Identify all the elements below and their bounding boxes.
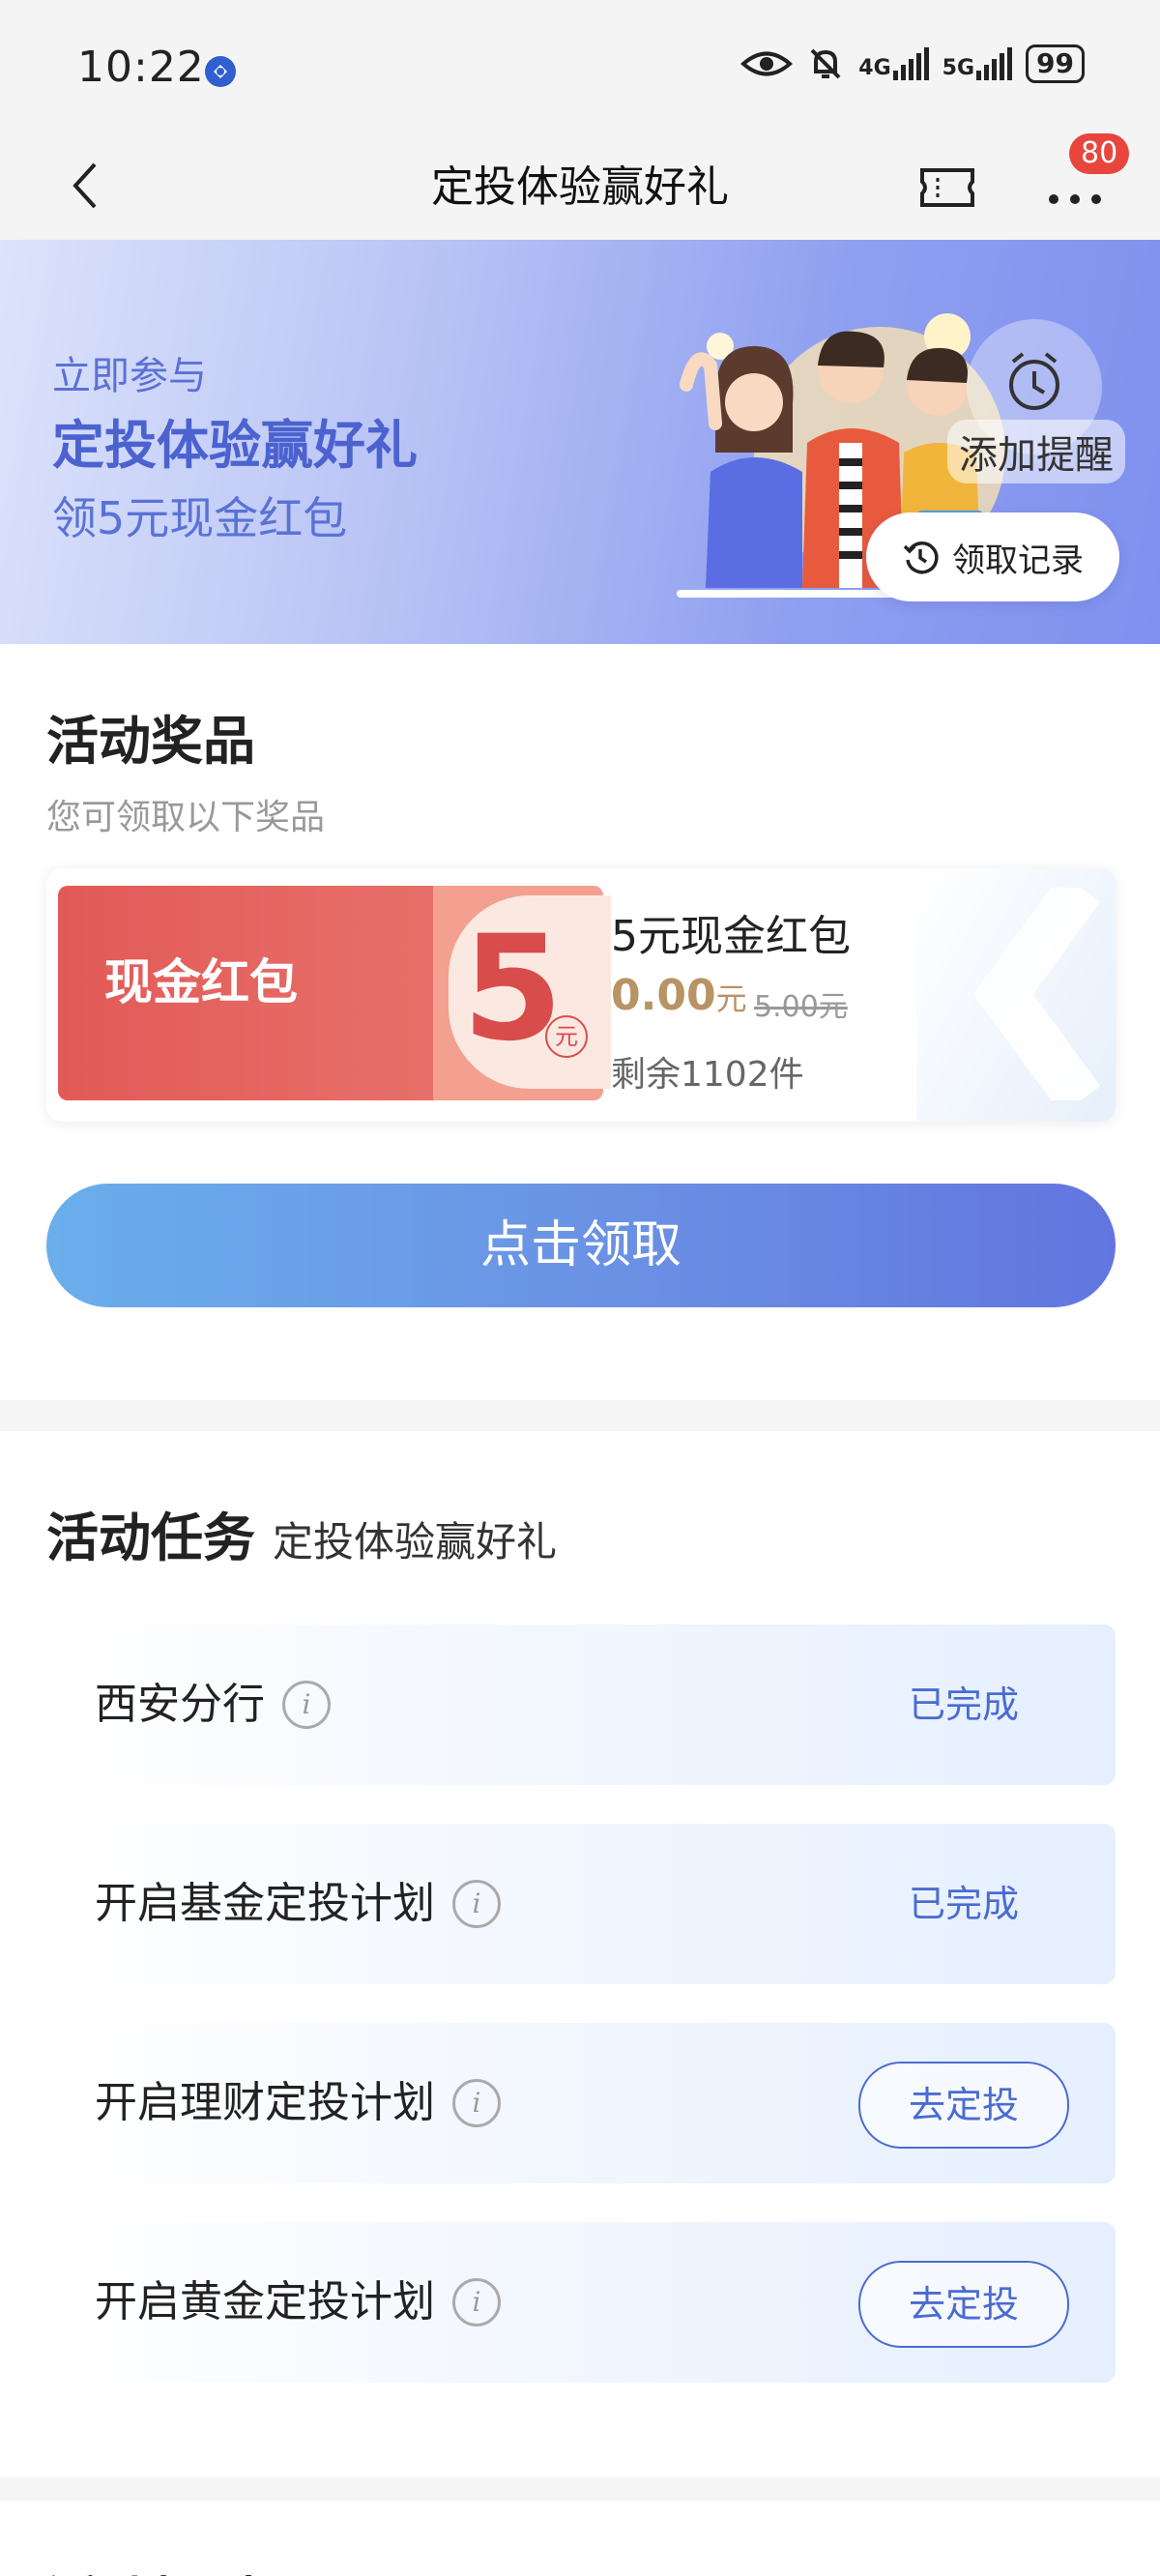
page-title: 定投体验赢好礼: [431, 162, 729, 212]
back-arrow-icon[interactable]: [58, 157, 116, 215]
claim-button[interactable]: 点击领取: [46, 1184, 1116, 1307]
history-icon: [903, 542, 939, 574]
status-time: 10:22: [77, 43, 205, 92]
go-invest-button[interactable]: 去定投: [858, 2261, 1069, 2348]
prize-section-subtitle: 您可领取以下奖品: [46, 798, 326, 837]
coupon-amount: 5: [462, 905, 564, 1073]
signal-4g: 4G: [858, 47, 929, 80]
task-label: 开启基金定投计划: [95, 1879, 435, 1928]
prize-section-title: 活动奖品: [46, 711, 255, 772]
battery-indicator: 99: [1026, 44, 1085, 83]
nav-bar: 定投体验赢好礼: [0, 135, 1160, 240]
rules-section-title: 活动规则: [46, 2559, 255, 2576]
status-bar: 10:22 4G 5G 99: [0, 0, 1160, 135]
prize-name: 5元现金红包: [611, 912, 851, 961]
banner-join-text: 立即参与: [52, 354, 207, 398]
prize-card[interactable]: 现金红包 5 元 5元现金红包 0.00元 5.00元 剩余1102件: [46, 868, 1116, 1122]
notification-badge: 80: [1069, 133, 1130, 174]
ticket-icon[interactable]: [918, 161, 976, 215]
info-icon[interactable]: i: [452, 2278, 501, 2327]
prize-original-price: 5.00元: [754, 990, 848, 1024]
prize-price: 0.00元: [611, 971, 747, 1020]
banner-reward-text: 领5元现金红包: [52, 492, 348, 544]
task-row: 西安分行 i 已完成: [46, 1625, 1116, 1785]
add-reminder-label[interactable]: 添加提醒: [947, 420, 1125, 483]
task-status-completed: 已完成: [908, 1883, 1019, 1925]
alarm-clock-icon: [1009, 352, 1059, 410]
task-label: 开启理财定投计划: [95, 2078, 435, 2127]
task-status-completed: 已完成: [908, 1683, 1019, 1726]
signal-5g: 5G: [942, 47, 1013, 80]
task-section: 活动任务 定投体验赢好礼 西安分行 i 已完成 开启基金定投计划 i 已完成 开…: [0, 1431, 1160, 2477]
info-icon[interactable]: i: [452, 2079, 501, 2127]
go-invest-button[interactable]: 去定投: [858, 2062, 1069, 2149]
rules-section: 活动规则: [0, 2501, 1160, 2576]
task-row: 开启理财定投计划 i 去定投: [46, 2023, 1116, 2183]
info-icon[interactable]: i: [282, 1681, 331, 1729]
claim-record-label: 领取记录: [952, 541, 1084, 580]
task-row: 开启黄金定投计划 i 去定投: [46, 2222, 1116, 2383]
banner-title: 定投体验赢好礼: [52, 415, 418, 476]
task-label: 开启黄金定投计划: [95, 2277, 435, 2327]
status-icons: 4G 5G 99: [740, 44, 1085, 83]
mute-bell-icon: [810, 48, 841, 79]
task-label: 西安分行: [95, 1680, 265, 1729]
coupon-unit: 元: [545, 1015, 588, 1058]
eye-icon: [740, 51, 794, 76]
promo-banner: 立即参与 定投体验赢好礼 领5元现金红包 添加提醒 领取记录: [0, 240, 1160, 644]
task-header: 活动任务 定投体验赢好礼: [46, 1495, 557, 1571]
chevron-decoration-icon: [973, 888, 1101, 1100]
claim-record-button[interactable]: 领取记录: [866, 512, 1119, 601]
task-row: 开启基金定投计划 i 已完成: [46, 1824, 1116, 1984]
app-notification-icon: [205, 56, 236, 87]
task-section-subtitle: 定投体验赢好礼: [273, 1518, 558, 1566]
prize-remaining: 剩余1102件: [611, 1055, 804, 1095]
coupon-type-label: 现金红包: [104, 954, 298, 1010]
task-section-title: 活动任务: [46, 1508, 255, 1568]
info-icon[interactable]: i: [452, 1880, 501, 1928]
